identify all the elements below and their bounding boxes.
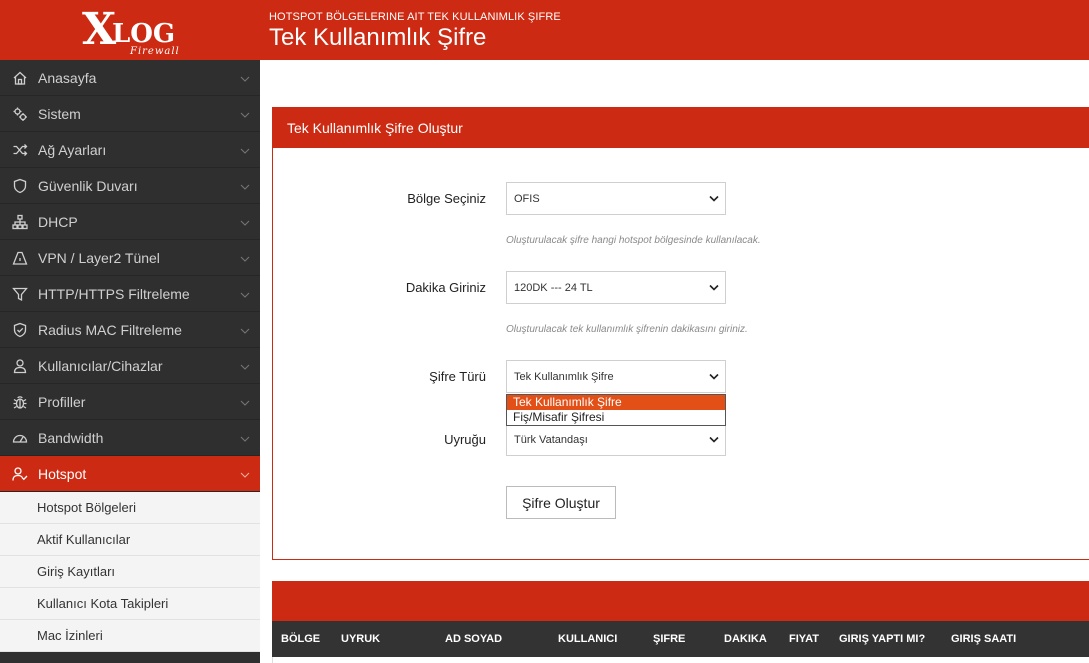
card-title: Tek Kullanımlık Şifre Oluştur <box>273 108 1089 148</box>
table-header-row: BÖLGE UYRUK AD SOYAD KULLANICI ŞIFRE DAK… <box>272 621 1089 657</box>
shield-icon <box>10 176 30 196</box>
sidebar-item-dhcp[interactable]: DHCP <box>0 204 260 240</box>
type-option-fis-misafir[interactable]: Fiş/Misafir Şifresi <box>507 410 725 425</box>
chevron-down-icon <box>240 220 250 226</box>
type-dropdown-list: Tek Kullanımlık Şifre Fiş/Misafir Şifres… <box>506 394 726 426</box>
minutes-select-value: 120DK --- 24 TL <box>514 281 593 294</box>
page-title: Tek Kullanımlık Şifre <box>269 24 487 51</box>
chevron-down-icon <box>240 184 250 190</box>
chevron-down-icon <box>240 328 250 334</box>
type-option-tek-kullanimlik[interactable]: Tek Kullanımlık Şifre <box>507 395 725 410</box>
column-header[interactable]: GIRIŞ YAPTI MI? <box>839 633 925 645</box>
sidebar-item-label: Bandwidth <box>38 429 104 446</box>
chevron-down-icon <box>240 112 250 118</box>
sidebar-item-ag-ayarlari[interactable]: Ağ Ayarları <box>0 132 260 168</box>
sidebar-item-kullanicilar[interactable]: Kullanıcılar/Cihazlar <box>0 348 260 384</box>
shuffle-icon <box>10 140 30 160</box>
chevron-down-icon <box>240 292 250 298</box>
sidebar-item-label: Profiller <box>38 393 86 410</box>
column-header[interactable]: AD SOYAD <box>445 633 502 645</box>
chevron-down-icon <box>240 256 250 262</box>
sidebar-item-label: Radius MAC Filtreleme <box>38 321 182 338</box>
sidebar-item-hotspot[interactable]: Hotspot <box>0 456 260 492</box>
sidebar-item-label: HTTP/HTTPS Filtreleme <box>38 285 190 302</box>
sidebar-item-profiller[interactable]: Profiller <box>0 384 260 420</box>
shield-check-icon <box>10 320 30 340</box>
create-password-button[interactable]: Şifre Oluştur <box>506 486 616 519</box>
sidebar-item-label: DHCP <box>38 213 78 230</box>
logo-area[interactable]: X LOG Firewall <box>0 0 260 60</box>
column-header[interactable]: UYRUK <box>341 633 380 645</box>
table-row <box>272 657 1089 663</box>
sidebar-item-label: Sistem <box>38 105 81 122</box>
submenu-mac-izinleri[interactable]: Mac İzinleri <box>0 620 260 652</box>
nationality-select[interactable]: Türk Vatandaşı <box>506 423 726 456</box>
nationality-select-value: Türk Vatandaşı <box>514 433 588 446</box>
chevron-down-icon <box>240 472 250 478</box>
gauge-icon <box>10 428 30 448</box>
sidebar: X LOG Firewall Anasayfa Sistem Ağ Ayarla… <box>0 0 260 663</box>
minutes-label: Dakika Giriniz <box>405 280 486 295</box>
column-header[interactable]: GIRIŞ SAATI <box>951 633 1016 645</box>
minutes-select[interactable]: 120DK --- 24 TL <box>506 271 726 304</box>
region-help: Oluşturulacak şifre hangi hotspot bölges… <box>506 235 761 246</box>
chevron-down-icon <box>240 436 250 442</box>
sidebar-item-vpn[interactable]: VPN / Layer2 Tünel <box>0 240 260 276</box>
sidebar-item-label: Anasayfa <box>38 69 97 86</box>
page-supertitle: HOTSPOT BÖLGELERINE AIT TEK KULLANIMLIK … <box>269 11 561 23</box>
column-header[interactable]: BÖLGE <box>281 633 320 645</box>
table-header-bar <box>272 581 1089 621</box>
sidebar-item-label: Kullanıcılar/Cihazlar <box>38 357 163 374</box>
logo-subtitle: Firewall <box>130 46 180 57</box>
region-label: Bölge Seçiniz <box>407 191 486 206</box>
sidebar-item-sistem[interactable]: Sistem <box>0 96 260 132</box>
nationality-label: Uyruğu <box>444 432 486 447</box>
chevron-down-icon <box>240 400 250 406</box>
minutes-help: Oluşturulacak tek kullanımlık şifrenin d… <box>506 324 748 335</box>
sidebar-menu: Anasayfa Sistem Ağ Ayarları Güvenlik Duv… <box>0 60 260 492</box>
sidebar-item-label: Güvenlik Duvarı <box>38 177 138 194</box>
chevron-down-icon <box>709 195 719 202</box>
user-check-icon <box>10 464 30 484</box>
sidebar-item-label: Ağ Ayarları <box>38 141 107 158</box>
column-header[interactable]: FIYAT <box>789 633 819 645</box>
filter-icon <box>10 284 30 304</box>
logo-text: LOG <box>112 19 176 49</box>
chevron-down-icon <box>240 364 250 370</box>
submenu-kota-takipleri[interactable]: Kullanıcı Kota Takipleri <box>0 588 260 620</box>
type-label: Şifre Türü <box>429 369 486 384</box>
chevron-down-icon <box>240 76 250 82</box>
sidebar-item-bandwidth[interactable]: Bandwidth <box>0 420 260 456</box>
xlog-logo: X LOG Firewall <box>82 4 179 57</box>
hotspot-submenu: Hotspot Bölgeleri Aktif Kullanıcılar Gir… <box>0 492 260 652</box>
chevron-down-icon <box>240 148 250 154</box>
region-select[interactable]: OFIS <box>506 182 726 215</box>
column-header[interactable]: ŞIFRE <box>653 633 685 645</box>
sitemap-icon <box>10 212 30 232</box>
user-icon <box>10 356 30 376</box>
submenu-aktif-kullanicilar[interactable]: Aktif Kullanıcılar <box>0 524 260 556</box>
sidebar-item-anasayfa[interactable]: Anasayfa <box>0 60 260 96</box>
tunnel-icon <box>10 248 30 268</box>
sidebar-item-guvenlik-duvari[interactable]: Güvenlik Duvarı <box>0 168 260 204</box>
sidebar-item-http-filtreleme[interactable]: HTTP/HTTPS Filtreleme <box>0 276 260 312</box>
bug-icon <box>10 392 30 412</box>
page-header: HOTSPOT BÖLGELERINE AIT TEK KULLANIMLIK … <box>260 0 1089 60</box>
chevron-down-icon <box>709 436 719 443</box>
type-select-value: Tek Kullanımlık Şifre <box>514 370 614 383</box>
submenu-hotspot-bolgeleri[interactable]: Hotspot Bölgeleri <box>0 492 260 524</box>
submenu-giris-kayitlari[interactable]: Giriş Kayıtları <box>0 556 260 588</box>
chevron-down-icon <box>709 373 719 380</box>
home-icon <box>10 68 30 88</box>
column-header[interactable]: KULLANICI <box>558 633 617 645</box>
sidebar-item-label: VPN / Layer2 Tünel <box>38 249 160 266</box>
otp-form-card: Tek Kullanımlık Şifre Oluştur Bölge Seçi… <box>272 107 1089 560</box>
sidebar-item-radius-mac[interactable]: Radius MAC Filtreleme <box>0 312 260 348</box>
chevron-down-icon <box>709 284 719 291</box>
region-select-value: OFIS <box>514 192 540 205</box>
gears-icon <box>10 104 30 124</box>
type-select[interactable]: Tek Kullanımlık Şifre <box>506 360 726 393</box>
column-header[interactable]: DAKIKA <box>724 633 767 645</box>
sidebar-item-label: Hotspot <box>38 465 87 482</box>
